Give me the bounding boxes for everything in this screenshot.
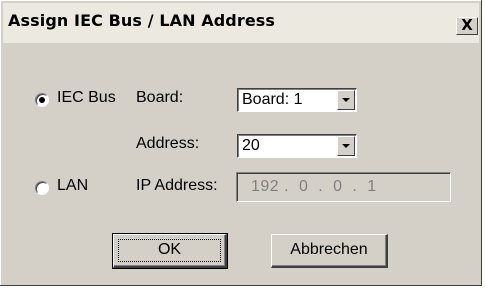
title-bar: Assign IEC Bus / LAN Address X — [3, 3, 479, 43]
ip-address-label: IP Address: — [136, 177, 218, 194]
board-select-value: Board: 1 — [242, 91, 303, 108]
ok-button-label: OK — [157, 241, 182, 258]
ok-button[interactable]: OK — [112, 233, 228, 269]
lan-radio[interactable] — [35, 181, 49, 195]
close-button[interactable]: X — [456, 17, 478, 35]
assign-address-dialog: Assign IEC Bus / LAN Address X IEC Bus B… — [0, 0, 482, 286]
ip-address-field[interactable]: 192 . 0 . 0 . 1 — [236, 172, 451, 202]
address-select-value: 20 — [242, 137, 260, 154]
address-label: Address: — [136, 135, 200, 152]
cancel-button[interactable]: Abbrechen — [271, 234, 388, 268]
iec-bus-radio[interactable] — [35, 93, 49, 107]
address-select[interactable]: 20 — [237, 134, 357, 158]
close-icon: X — [461, 16, 473, 34]
dialog-title: Assign IEC Bus / LAN Address — [8, 11, 276, 30]
lan-label[interactable]: LAN — [57, 177, 88, 195]
cancel-button-label: Abbrechen — [290, 241, 368, 258]
chevron-down-icon[interactable] — [337, 136, 355, 156]
board-label: Board: — [136, 89, 184, 106]
radio-selected-dot — [39, 97, 45, 103]
iec-bus-label[interactable]: IEC Bus — [57, 89, 116, 107]
chevron-down-icon[interactable] — [337, 90, 355, 110]
board-select[interactable]: Board: 1 — [237, 88, 357, 112]
ip-address-value: 192 . 0 . 0 . 1 — [251, 178, 377, 195]
